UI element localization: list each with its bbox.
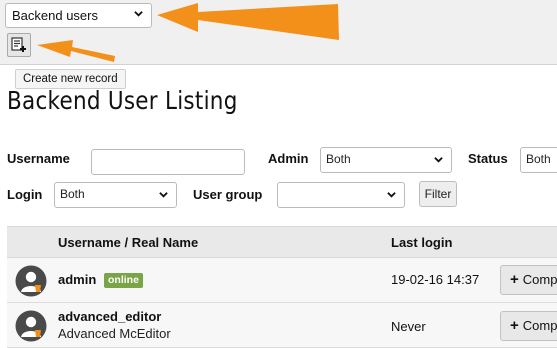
compare-button[interactable]: + Comp [500, 311, 557, 341]
compare-button-label: Comp [522, 318, 557, 333]
new-record-icon [11, 37, 26, 52]
login-select-value: Both [60, 187, 85, 201]
admin-label: Admin [268, 151, 309, 166]
column-header-username[interactable]: Username / Real Name [58, 235, 198, 250]
chevron-down-icon [134, 11, 143, 17]
admin-select[interactable]: Both [320, 147, 452, 173]
status-select[interactable]: Both [520, 147, 557, 173]
username[interactable]: advanced_editor [58, 309, 161, 324]
column-header-last-login[interactable]: Last login [391, 235, 452, 250]
admin-select-value: Both [326, 152, 351, 166]
status-label: Status [468, 151, 508, 166]
table-row: admin online 19-02-16 14:37 + Comp [7, 258, 557, 303]
plus-icon: + [510, 271, 519, 288]
usergroup-select[interactable] [277, 182, 405, 208]
username-input[interactable] [91, 149, 245, 175]
compare-button[interactable]: + Comp [500, 265, 557, 295]
online-status-badge: online [104, 273, 143, 288]
last-login: 19-02-16 14:37 [391, 272, 480, 287]
module-toolbar: Backend users [0, 0, 557, 65]
compare-button-label: Comp [522, 272, 557, 287]
last-login: Never [391, 319, 426, 334]
plus-icon: + [510, 317, 519, 334]
status-select-value: Both [526, 152, 551, 166]
login-select[interactable]: Both [54, 182, 177, 208]
editor-user-avatar-icon [15, 310, 47, 342]
usergroup-label: User group [193, 187, 263, 202]
page-title: Backend User Listing [7, 86, 238, 115]
username-label: Username [7, 151, 70, 166]
real-name: Advanced McEditor [58, 326, 171, 341]
chevron-down-icon [159, 192, 168, 198]
chevron-down-icon [387, 192, 396, 198]
module-select-value: Backend users [12, 8, 98, 23]
new-record-button[interactable] [7, 33, 31, 57]
module-select[interactable]: Backend users [5, 3, 152, 28]
chevron-down-icon [434, 157, 443, 163]
admin-user-avatar-icon [15, 265, 47, 297]
username[interactable]: admin [58, 272, 96, 287]
table-row: advanced_editor Advanced McEditor Never … [7, 303, 557, 348]
table-header: Username / Real Name Last login [7, 226, 557, 258]
login-label: Login [7, 187, 43, 202]
filter-button[interactable]: Filter [419, 181, 457, 207]
